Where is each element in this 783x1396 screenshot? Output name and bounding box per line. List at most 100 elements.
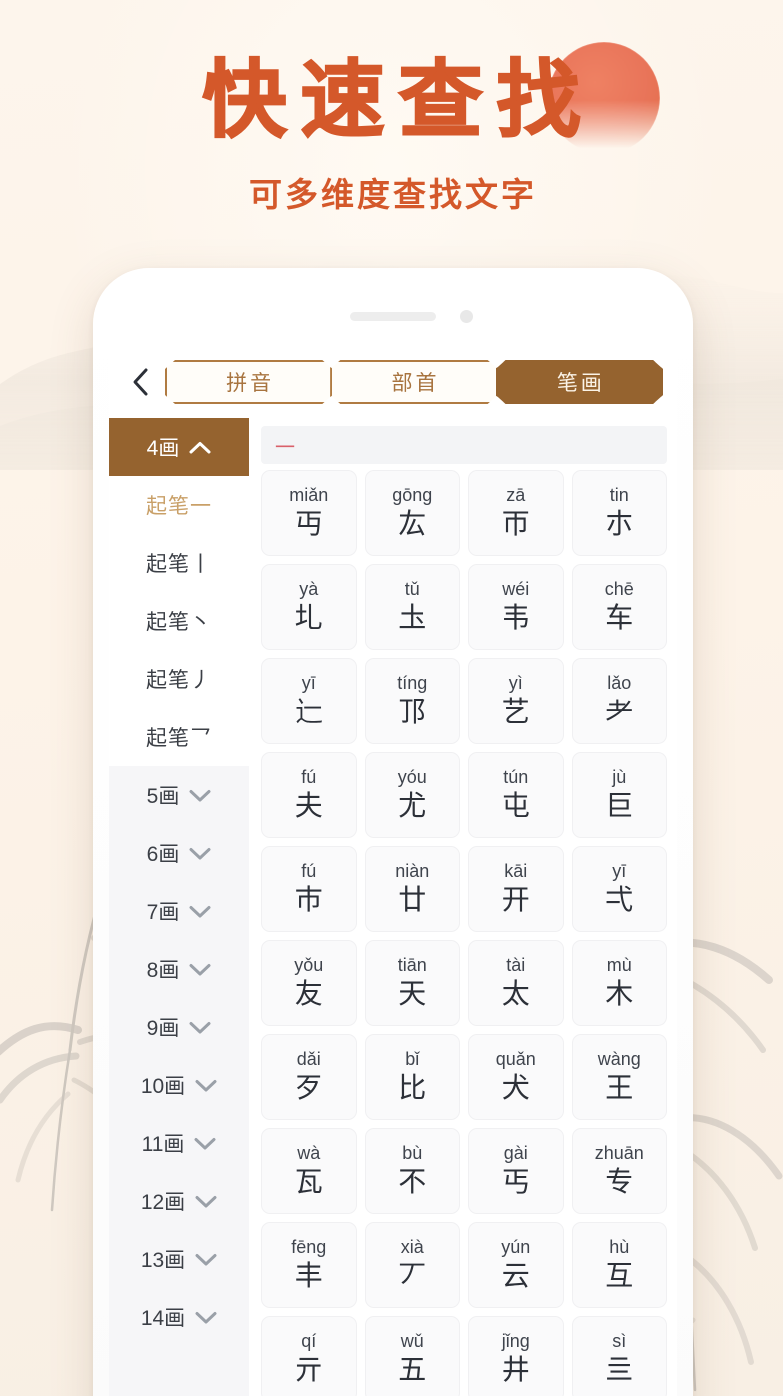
character-pinyin: tiān: [397, 955, 427, 975]
character-cell[interactable]: yǒu 友: [261, 940, 357, 1026]
sidebar-subitem-stroke-zhe[interactable]: 起笔乛: [109, 708, 249, 766]
sidebar-group-14[interactable]: 14画: [109, 1288, 249, 1346]
character-cell[interactable]: bǐ 比: [364, 1034, 460, 1120]
character-cell[interactable]: kāi 开: [468, 846, 564, 932]
character-glyph: 尤: [398, 788, 427, 822]
character-cell[interactable]: wàng 王: [571, 1034, 667, 1120]
character-glyph: 帀: [501, 506, 530, 540]
character-cell[interactable]: dǎi 歹: [261, 1034, 357, 1120]
chevron-down-icon: [195, 1253, 217, 1265]
character-pinyin: gài: [503, 1143, 528, 1163]
character-glyph: 犬: [501, 1070, 530, 1104]
character-pinyin: tài: [506, 955, 526, 975]
character-glyph: 互: [605, 1258, 634, 1292]
character-pinyin: zhuān: [594, 1143, 644, 1163]
sidebar-group-5[interactable]: 5画: [109, 766, 249, 824]
character-pinyin: tíng: [397, 673, 428, 693]
character-cell[interactable]: yà 圠: [261, 564, 357, 650]
sidebar-subitem-stroke-pie[interactable]: 起笔丿: [109, 650, 249, 708]
sidebar-group-10[interactable]: 10画: [109, 1056, 249, 1114]
character-cell[interactable]: tin 朩: [571, 470, 667, 556]
sidebar-group-4[interactable]: 4画: [109, 418, 249, 476]
phone-mockup: 拼音 部首 笔画 4画 起笔一 起笔丨 起笔丶 起笔丿 起笔乛 5画 6画 7画…: [93, 268, 693, 1396]
character-cell[interactable]: fú 巿: [261, 846, 357, 932]
character-cell[interactable]: tài 太: [468, 940, 564, 1026]
chevron-left-icon: [133, 368, 148, 396]
character-cell[interactable]: yì 艺: [468, 658, 564, 744]
tab-radical[interactable]: 部首: [330, 360, 497, 404]
character-cell[interactable]: miǎn 丏: [261, 470, 357, 556]
character-cell[interactable]: fú 夫: [261, 752, 357, 838]
sidebar-group-12[interactable]: 12画: [109, 1172, 249, 1230]
character-results-pane[interactable]: 一 miǎn 丏 gōng 厷 zā 帀 tin 朩 yà 圠 tǔ 圡 wéi 韦 chē 车 yī 辷 tíng…: [249, 418, 677, 1396]
character-cell[interactable]: tiān 天: [364, 940, 460, 1026]
character-cell[interactable]: yī 弌: [571, 846, 667, 932]
character-glyph: 丰: [294, 1258, 323, 1292]
character-cell[interactable]: hù 互: [571, 1222, 667, 1308]
phone-speaker-icon: [350, 312, 436, 321]
character-glyph: 友: [294, 976, 323, 1010]
sidebar-group-6[interactable]: 6画: [109, 824, 249, 882]
character-cell[interactable]: qí 亓: [261, 1316, 357, 1396]
character-cell[interactable]: wǔ 五: [364, 1316, 460, 1396]
character-cell[interactable]: quǎn 犬: [468, 1034, 564, 1120]
page-title: 快速查找: [201, 51, 595, 149]
character-cell[interactable]: bù 不: [364, 1128, 460, 1214]
sidebar-group-7[interactable]: 7画: [109, 882, 249, 940]
sidebar-group-9[interactable]: 9画: [109, 998, 249, 1056]
sidebar-subitem-stroke-shu[interactable]: 起笔丨: [109, 534, 249, 592]
sidebar-subitem-stroke-heng[interactable]: 起笔一: [109, 476, 249, 534]
character-glyph: 屯: [501, 788, 530, 822]
character-cell[interactable]: fēng 丰: [261, 1222, 357, 1308]
tab-pinyin[interactable]: 拼音: [165, 360, 332, 404]
sidebar-group-8[interactable]: 8画: [109, 940, 249, 998]
sidebar-group-13[interactable]: 13画: [109, 1230, 249, 1288]
character-cell[interactable]: sì 亖: [571, 1316, 667, 1396]
character-glyph: 弌: [605, 882, 634, 916]
sidebar-subitem-stroke-dian[interactable]: 起笔丶: [109, 592, 249, 650]
sidebar-group-label: 4画: [146, 437, 180, 460]
back-button[interactable]: [131, 361, 165, 403]
character-cell[interactable]: tún 屯: [468, 752, 564, 838]
character-cell[interactable]: zhuān 专: [571, 1128, 667, 1214]
chevron-down-icon: [189, 963, 211, 975]
stroke-count-sidebar[interactable]: 4画 起笔一 起笔丨 起笔丶 起笔丿 起笔乛 5画 6画 7画 8画 9画 10画 11画 1…: [109, 418, 249, 1396]
character-pinyin: wéi: [502, 579, 530, 599]
character-glyph: 亓: [294, 1352, 323, 1386]
character-pinyin: xià: [400, 1237, 424, 1257]
character-cell[interactable]: yóu 尤: [364, 752, 460, 838]
sidebar-group-11[interactable]: 11画: [109, 1114, 249, 1172]
character-cell[interactable]: chē 车: [571, 564, 667, 650]
character-glyph: 瓦: [294, 1164, 323, 1198]
character-cell[interactable]: lǎo 耂: [571, 658, 667, 744]
character-glyph: 比: [398, 1070, 427, 1104]
character-cell[interactable]: zā 帀: [468, 470, 564, 556]
character-cell[interactable]: tǔ 圡: [364, 564, 460, 650]
character-cell[interactable]: jù 巨: [571, 752, 667, 838]
character-cell[interactable]: wéi 韦: [468, 564, 564, 650]
character-glyph: 艺: [501, 694, 530, 728]
character-pinyin: jù: [612, 767, 627, 787]
chevron-down-icon: [195, 1079, 217, 1091]
character-pinyin: mù: [606, 955, 632, 975]
character-cell[interactable]: gōng 厷: [364, 470, 460, 556]
character-cell[interactable]: jǐng 井: [468, 1316, 564, 1396]
chevron-down-icon: [195, 1311, 217, 1323]
character-cell[interactable]: niàn 廿: [364, 846, 460, 932]
character-cell[interactable]: yún 云: [468, 1222, 564, 1308]
character-pinyin: yún: [501, 1237, 531, 1257]
character-cell[interactable]: wà 瓦: [261, 1128, 357, 1214]
sidebar-group-list: 5画 6画 7画 8画 9画 10画 11画 12画 13画 14画: [109, 766, 249, 1346]
character-cell[interactable]: yī 辷: [261, 658, 357, 744]
character-cell[interactable]: tíng 邒: [364, 658, 460, 744]
character-glyph: 木: [605, 976, 634, 1010]
character-pinyin: chē: [604, 579, 634, 599]
character-cell[interactable]: gài 丐: [468, 1128, 564, 1214]
character-pinyin: lǎo: [607, 673, 632, 693]
character-cell[interactable]: xià 丆: [364, 1222, 460, 1308]
search-mode-tabs: 拼音 部首 笔画: [165, 360, 665, 404]
character-cell[interactable]: mù 木: [571, 940, 667, 1026]
tab-strokes[interactable]: 笔画: [496, 360, 663, 404]
character-glyph: 辷: [294, 694, 323, 728]
character-pinyin: yǒu: [294, 955, 324, 975]
